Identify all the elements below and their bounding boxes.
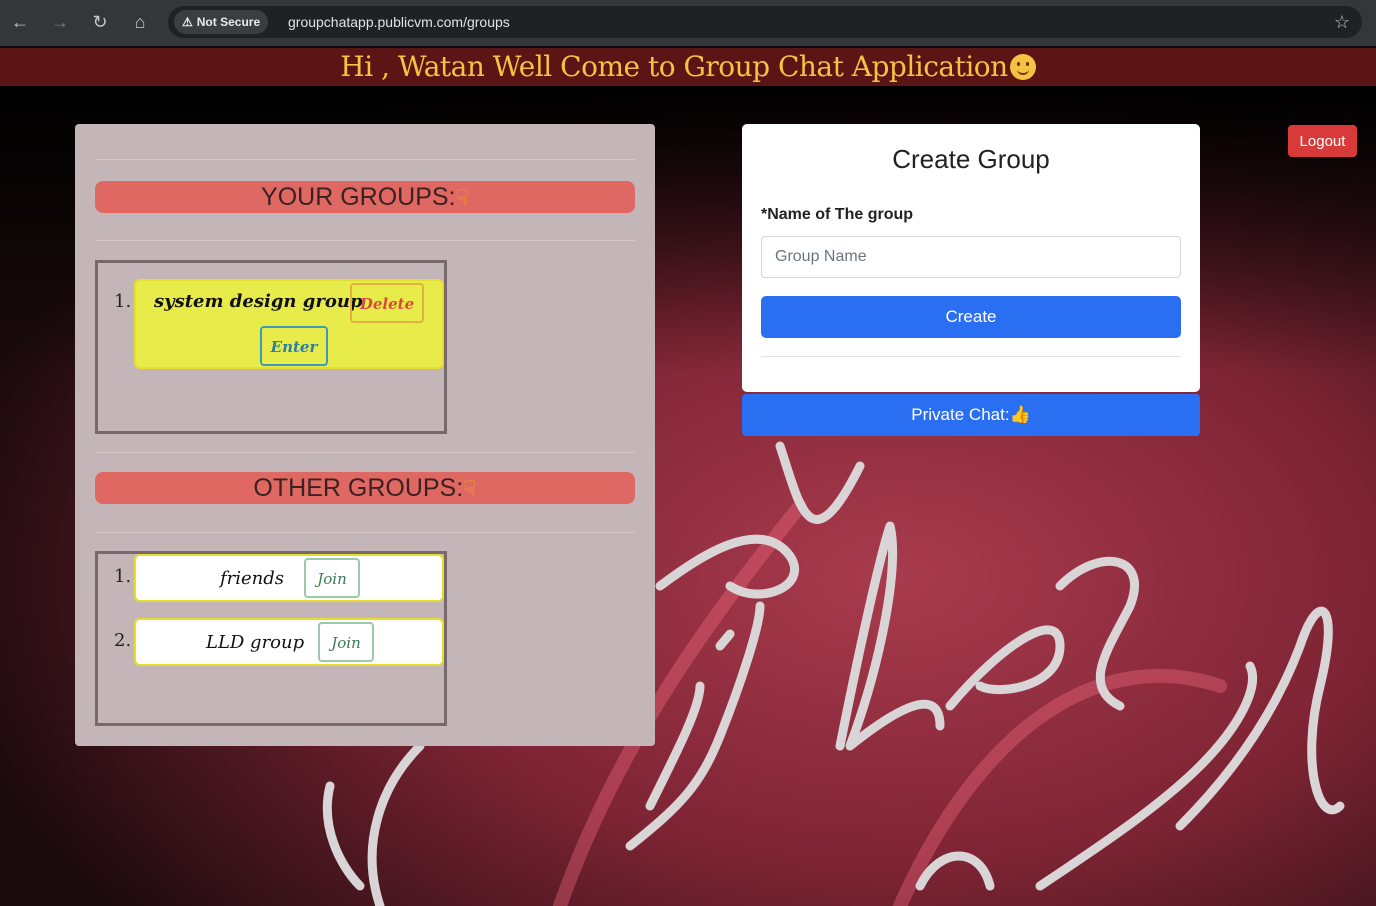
list-number: 2. bbox=[114, 630, 132, 651]
url-text[interactable]: groupchatapp.publicvm.com/groups bbox=[288, 6, 510, 38]
pointing-down-icon: ☟ bbox=[455, 185, 469, 210]
address-bar[interactable]: ⚠ Not Secure groupchatapp.publicvm.com/g… bbox=[168, 6, 1362, 38]
other-groups-header: OTHER GROUPS:☟ bbox=[95, 472, 635, 504]
create-group-title: Create Group bbox=[892, 144, 1050, 174]
list-number: 1. bbox=[114, 291, 132, 312]
your-groups-list: 1. system design group Delete Enter bbox=[95, 260, 447, 434]
other-group-card: friends Join bbox=[134, 554, 444, 602]
join-group-button[interactable]: Join bbox=[304, 558, 360, 598]
pointing-down-icon: ☟ bbox=[463, 476, 477, 501]
group-name: LLD group bbox=[206, 632, 305, 653]
create-group-card: Create Group *Name of The group Create bbox=[742, 124, 1200, 392]
group-name-label: *Name of The group bbox=[761, 206, 914, 223]
other-group-card: LLD group Join bbox=[134, 618, 444, 666]
divider bbox=[95, 532, 635, 533]
other-groups-list: 1. friends Join 2. LLD group Join bbox=[95, 551, 447, 726]
star-icon[interactable]: ☆ bbox=[1334, 10, 1350, 34]
back-icon[interactable]: ← bbox=[8, 10, 32, 34]
your-group-card: system design group Delete Enter bbox=[134, 279, 444, 369]
create-group-button[interactable]: Create bbox=[761, 296, 1181, 338]
private-chat-button[interactable]: Private Chat:👍 bbox=[742, 394, 1200, 436]
forward-icon[interactable]: → bbox=[48, 10, 72, 34]
divider bbox=[95, 240, 635, 241]
security-label: Not Secure bbox=[196, 15, 261, 29]
home-icon[interactable]: ⌂ bbox=[128, 10, 152, 34]
browser-toolbar: ← → ↻ ⌂ ⚠ Not Secure groupchatapp.public… bbox=[0, 0, 1376, 46]
your-groups-header: YOUR GROUPS:☟ bbox=[95, 181, 635, 213]
enter-group-button[interactable]: Enter bbox=[260, 326, 328, 366]
your-groups-title: YOUR GROUPS: bbox=[261, 183, 456, 211]
warning-icon: ⚠ bbox=[182, 15, 193, 29]
reload-icon[interactable]: ↻ bbox=[88, 10, 112, 34]
group-name-input[interactable] bbox=[761, 236, 1181, 278]
divider bbox=[761, 356, 1181, 357]
smile-icon bbox=[1009, 54, 1036, 80]
join-group-button[interactable]: Join bbox=[318, 622, 374, 662]
groups-panel: YOUR GROUPS:☟ 1. system design group Del… bbox=[75, 124, 655, 746]
group-name: friends bbox=[220, 568, 285, 589]
greeting-banner: Hi , Watan Well Come to Group Chat Appli… bbox=[0, 48, 1376, 86]
security-chip[interactable]: ⚠ Not Secure bbox=[174, 10, 269, 34]
greeting-text: Hi , Watan Well Come to Group Chat Appli… bbox=[340, 50, 1008, 83]
divider bbox=[95, 452, 635, 453]
divider bbox=[95, 159, 635, 160]
group-name: system design group bbox=[154, 291, 363, 312]
logout-button[interactable]: Logout bbox=[1288, 125, 1357, 157]
delete-group-button[interactable]: Delete bbox=[350, 283, 424, 323]
other-groups-title: OTHER GROUPS: bbox=[253, 474, 464, 502]
list-number: 1. bbox=[114, 566, 132, 587]
